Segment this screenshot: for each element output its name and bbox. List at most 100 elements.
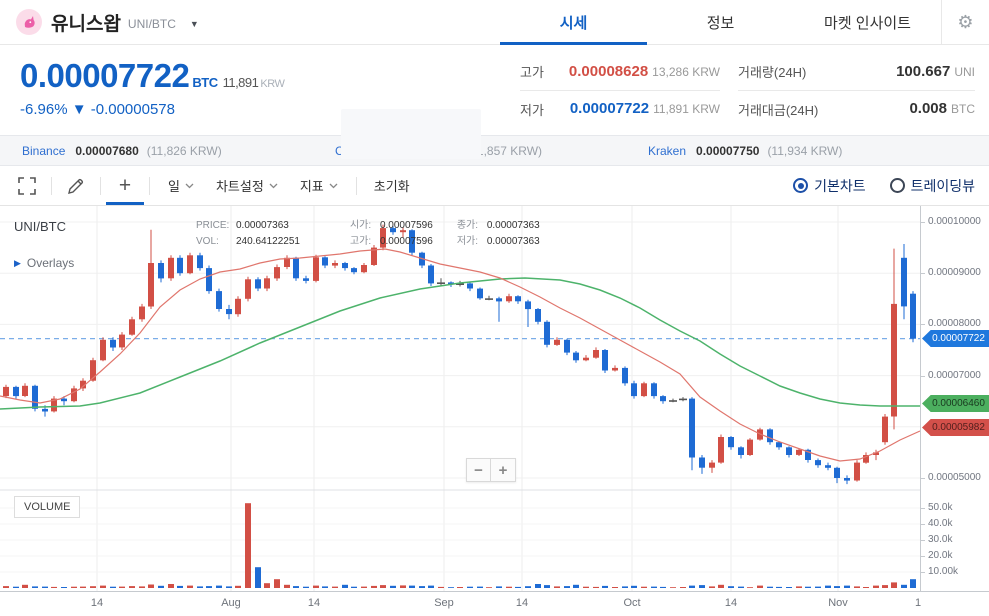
price-change: -6.96% ▼ -0.00000578 <box>20 101 320 118</box>
coin-pair: UNI/BTC <box>128 17 176 31</box>
volume-axis-label: 20.0k <box>928 550 952 561</box>
stat-row-low: 저가 0.00007722 11,891 KRW <box>520 90 720 127</box>
price-axis[interactable]: 0.000100000.000090000.000080000.00007000… <box>920 206 989 591</box>
tab-market-insight[interactable]: 마켓 인사이트 <box>794 0 941 44</box>
mini-chart-placeholder <box>341 109 481 159</box>
radio-basic-chart[interactable]: 기본차트 <box>793 176 866 196</box>
time-axis-label: 14 <box>711 597 751 609</box>
time-axis-label: 14 <box>77 597 117 609</box>
add-indicator-icon[interactable]: + <box>108 167 142 205</box>
interval-dropdown[interactable]: 일 <box>168 176 194 195</box>
exchange-compare-bar: Binance 0.00007680 (11,826 KRW) Coinbase… <box>0 135 989 166</box>
time-axis-label: 14 <box>294 597 334 609</box>
price-krw: 11,891 <box>223 75 259 90</box>
info-low-value: 0.00007363 <box>487 234 540 250</box>
time-axis-label: 1 <box>898 597 938 609</box>
exchange-price: 0.00007680 <box>75 144 138 158</box>
info-vol-label: VOL: <box>196 234 236 250</box>
zoom-controls: − + <box>466 458 516 482</box>
volume-label: 거래량(24H) <box>738 62 806 81</box>
high-value: 0.00008628 <box>569 63 648 80</box>
radio-tradingview[interactable]: 트레이딩뷰 <box>890 176 975 196</box>
low-label: 저가 <box>520 100 544 119</box>
coin-dropdown-caret-icon[interactable]: ▼ <box>190 19 199 29</box>
volume-axis-label: 50.0k <box>928 502 952 513</box>
quote-section: 0.00007722BTC11,891KRW -6.96% ▼ -0.00000… <box>0 45 989 135</box>
stat-row-volume: 거래량(24H) 100.667 UNI <box>738 53 975 90</box>
time-axis-label: Aug <box>211 597 251 609</box>
uniswap-logo-icon <box>16 9 42 35</box>
ma-slow-price-tag: 0.00006460 <box>922 395 989 412</box>
chart-toolbar: + 일 차트설정 지표 초기화 기본차트 트레이딩뷰 <box>0 166 989 206</box>
down-arrow-icon: ▼ <box>72 101 87 118</box>
exchange-binance: Binance 0.00007680 (11,826 KRW) <box>0 144 313 158</box>
overlays-label: Overlays <box>27 256 74 270</box>
reset-button[interactable]: 초기화 <box>374 176 410 195</box>
exchange-name[interactable]: Binance <box>22 144 65 158</box>
indicators-label: 지표 <box>300 176 324 195</box>
change-absolute: -0.00000578 <box>91 101 175 118</box>
divider <box>100 177 101 195</box>
turnover-value: 0.008 <box>909 100 947 117</box>
volume-unit: UNI <box>954 65 975 79</box>
candlestick-chart[interactable] <box>0 206 920 591</box>
low-krw: 11,891 KRW <box>653 102 720 116</box>
price-krw-unit: KRW <box>260 78 284 90</box>
info-low-label: 저가: <box>457 234 487 250</box>
volume-pane-label: VOLUME <box>14 496 80 518</box>
radio-selected-icon <box>793 178 808 193</box>
info-close-value: 0.00007363 <box>487 218 540 234</box>
time-axis-label: 14 <box>502 597 542 609</box>
chart-symbol-label: UNI/BTC <box>14 219 66 234</box>
volume-axis-label: 40.0k <box>928 518 952 529</box>
price-axis-label: 0.00005000 <box>928 472 981 483</box>
stats-grid: 고가 0.0000862813,286 KRW 저가 0.0000772211,… <box>520 53 975 127</box>
interval-label: 일 <box>168 176 180 195</box>
radio-unselected-icon <box>890 178 905 193</box>
exchange-krw: (11,934 KRW) <box>767 144 842 158</box>
price-value: 0.00007722 <box>20 57 189 94</box>
tab-info[interactable]: 정보 <box>647 0 794 44</box>
time-axis-label: Sep <box>424 597 464 609</box>
chevron-down-icon <box>329 183 338 189</box>
stat-row-high: 고가 0.0000862813,286 KRW <box>520 53 720 90</box>
fullscreen-icon[interactable] <box>10 167 44 205</box>
info-open-label: 시가: <box>350 218 380 234</box>
volume-value: 100.667 <box>896 63 950 80</box>
tradingview-label: 트레이딩뷰 <box>911 176 975 196</box>
coin-title: 유니스왑 <box>51 9 121 36</box>
header: 유니스왑 UNI/BTC ▼ 시세 정보 마켓 인사이트 ⚙ <box>0 0 989 45</box>
high-krw: 13,286 KRW <box>652 65 720 79</box>
current-price-tag: 0.00007722 <box>922 330 989 347</box>
settings-gear-icon[interactable]: ⚙ <box>941 0 989 44</box>
triangle-right-icon: ▶ <box>14 258 21 269</box>
stat-row-turnover: 거래대금(24H) 0.008BTC <box>738 90 975 127</box>
draw-pencil-icon[interactable] <box>59 167 93 205</box>
info-high-label: 고가: <box>350 234 380 250</box>
exchange-name[interactable]: Kraken <box>648 144 686 158</box>
low-value: 0.00007722 <box>570 100 649 117</box>
indicators-dropdown[interactable]: 지표 <box>300 176 338 195</box>
zoom-in-button[interactable]: + <box>491 458 516 482</box>
chevron-down-icon <box>269 183 278 189</box>
chart-settings-dropdown[interactable]: 차트설정 <box>216 176 278 195</box>
time-axis[interactable]: 14Aug14Sep14Oct14Nov1 <box>0 591 989 616</box>
turnover-unit: BTC <box>951 102 975 116</box>
volume-axis-label: 10.00k <box>928 566 958 577</box>
header-tabs: 시세 정보 마켓 인사이트 <box>500 0 941 44</box>
info-price-label: PRICE: <box>196 218 236 234</box>
volume-axis-label: 30.0k <box>928 534 952 545</box>
tab-price[interactable]: 시세 <box>500 0 647 44</box>
zoom-out-button[interactable]: − <box>466 458 491 482</box>
ma-fast-price-tag: 0.00005982 <box>922 419 989 436</box>
exchange-kraken: Kraken 0.00007750 (11,934 KRW) <box>626 144 939 158</box>
time-axis-label: Nov <box>818 597 858 609</box>
overlays-toggle[interactable]: ▶ Overlays <box>14 256 74 270</box>
price-axis-label: 0.00007000 <box>928 370 981 381</box>
exchange-price: 0.00007750 <box>696 144 759 158</box>
divider <box>356 177 357 195</box>
chart-area[interactable]: UNI/BTC ▶ Overlays PRICE: 0.00007363 VOL:… <box>0 206 989 616</box>
price-axis-label: 0.00008000 <box>928 318 981 329</box>
current-price: 0.00007722BTC11,891KRW <box>20 59 320 92</box>
divider <box>51 177 52 195</box>
